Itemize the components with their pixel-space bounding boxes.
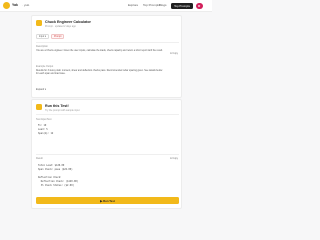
divider bbox=[36, 42, 179, 43]
top-prompts-button[interactable]: Top Prompts bbox=[171, 2, 193, 9]
logo[interactable] bbox=[3, 2, 10, 9]
nav-link-prompts[interactable]: Top Prompts bbox=[143, 3, 160, 7]
nav-link-blogs[interactable]: Blogs bbox=[159, 3, 167, 7]
divider bbox=[36, 114, 179, 115]
copy-result-button[interactable]: ⧉ Copy bbox=[170, 157, 178, 160]
nav-link-explore[interactable]: Explore bbox=[128, 3, 138, 7]
example-output-text: Results for 3 storey slab: moment, shear… bbox=[36, 70, 163, 75]
run-test-button[interactable]: ▶ Run Test bbox=[36, 197, 179, 204]
input-chip[interactable]: Input ▾ bbox=[36, 34, 49, 39]
expand-link[interactable]: Expand ▾ bbox=[36, 88, 46, 91]
play-icon bbox=[36, 104, 42, 110]
brand-name[interactable]: Yak bbox=[12, 3, 18, 7]
test-card: Run this Test! Try the prompt with sampl… bbox=[31, 99, 182, 209]
result-line: Deflection Check: bbox=[38, 176, 62, 179]
prompt-subtitle: Prompt · updated 2 days ago bbox=[45, 25, 76, 28]
test-input-label: Test Input Text bbox=[36, 118, 52, 121]
result-label: Result bbox=[36, 157, 43, 160]
prompt-card: Chuck Engineer Calculator Prompt · updat… bbox=[31, 15, 182, 98]
divider bbox=[36, 154, 179, 155]
test-subtitle: Try the prompt with sample input bbox=[45, 109, 80, 112]
top-nav: Yak · yuki· Explore Top Prompts Blogs To… bbox=[0, 0, 212, 12]
test-input-line[interactable]: Fx: 10 bbox=[38, 124, 46, 127]
description-label: Description bbox=[36, 45, 48, 48]
result-line: Deflection Check: ($120.00) bbox=[38, 180, 79, 183]
result-line: 3% Check Status: ($2.00) bbox=[38, 184, 74, 187]
avatar[interactable]: R bbox=[196, 2, 203, 9]
test-input-line[interactable]: Span(m): 12 bbox=[38, 132, 53, 135]
copy-button[interactable]: ⧉ Copy bbox=[170, 52, 178, 55]
workspace-label[interactable]: · yuki· bbox=[22, 3, 30, 7]
prompt-title: Chuck Engineer Calculator bbox=[45, 20, 91, 24]
example-output-label: Example Output bbox=[36, 65, 54, 68]
result-line: Total Load: $120.00 bbox=[38, 164, 65, 167]
result-line: Span Check: pass ($22.00) bbox=[38, 168, 73, 171]
test-input-line[interactable]: Load: 5 bbox=[38, 128, 48, 131]
prompt-chip[interactable]: Prompt bbox=[51, 34, 65, 39]
description-text: You are a Chuck engineer. Given the user… bbox=[36, 50, 163, 52]
calculator-icon bbox=[36, 20, 42, 26]
test-title: Run this Test! bbox=[45, 104, 69, 108]
